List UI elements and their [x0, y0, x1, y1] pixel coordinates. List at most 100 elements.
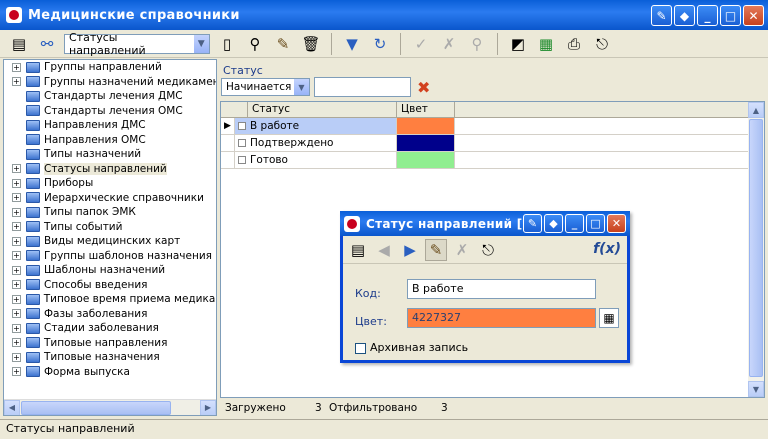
forward-arrow-icon[interactable]: ▶ — [399, 239, 421, 261]
row-checkbox[interactable] — [238, 139, 246, 147]
help-icon[interactable]: ◆ — [674, 5, 695, 26]
confirm-doc-icon[interactable]: ✓ — [410, 33, 432, 55]
search-icon[interactable]: ⚲ — [244, 33, 266, 55]
color-picker-icon[interactable]: ▦ — [599, 308, 619, 328]
expand-icon[interactable]: + — [12, 294, 21, 304]
expand-icon[interactable]: + — [12, 265, 21, 275]
find-doc-icon[interactable]: ⚲ — [466, 33, 488, 55]
tree-item[interactable]: + Группы направлений — [4, 60, 216, 75]
cancel-doc-icon[interactable]: ✗ — [451, 239, 473, 261]
tree-item[interactable]: + Способы введения — [4, 278, 216, 293]
tree-item[interactable]: + Типовые назначения — [4, 350, 216, 365]
refresh-icon[interactable]: ↻ — [369, 33, 391, 55]
table-row[interactable]: Подтверждено — [221, 135, 764, 152]
clear-filter-icon[interactable]: ✖ — [417, 78, 430, 97]
row-checkbox[interactable] — [238, 156, 246, 164]
close-button[interactable]: ✕ — [743, 5, 764, 26]
tree-item[interactable]: Направления ОМС — [4, 133, 216, 148]
tree-item[interactable]: + Статусы направлений — [4, 162, 216, 177]
row-indicator: ▶ — [221, 118, 235, 134]
scroll-up-icon[interactable]: ▲ — [748, 102, 764, 118]
scroll-right-icon[interactable]: ▶ — [200, 399, 216, 415]
formula-icon[interactable]: f(x) — [593, 241, 621, 257]
archive-checkbox[interactable] — [355, 342, 366, 354]
tree-item[interactable]: + Типовое время приема медикаментов — [4, 292, 216, 307]
tree-item[interactable]: + Приборы — [4, 176, 216, 191]
expand-icon[interactable]: + — [12, 236, 21, 246]
table-row[interactable]: ▶ В работе — [221, 118, 764, 135]
dialog-close-button[interactable]: ✕ — [607, 214, 626, 233]
expand-icon[interactable]: + — [12, 352, 21, 362]
tree-item[interactable]: + Типы папок ЭМК — [4, 205, 216, 220]
code-field[interactable]: В работе — [407, 279, 596, 299]
expand-icon[interactable]: + — [12, 193, 21, 203]
expand-icon[interactable]: + — [12, 367, 21, 377]
tree-item[interactable]: + Фазы заболевания — [4, 307, 216, 322]
expand-icon[interactable]: + — [12, 62, 21, 72]
color-field[interactable]: 4227327 — [407, 308, 596, 328]
filter-icon[interactable]: ▼ — [341, 33, 363, 55]
expand-icon[interactable]: + — [12, 309, 21, 319]
print-icon[interactable]: ⎙ — [563, 33, 585, 55]
maximize-button[interactable]: □ — [586, 214, 605, 233]
settings-icon[interactable]: ✎ — [523, 214, 542, 233]
expand-icon[interactable]: + — [12, 178, 21, 188]
expand-icon[interactable]: + — [12, 164, 21, 174]
tree-item[interactable]: Стандарты лечения ОМС — [4, 104, 216, 119]
link-icon[interactable]: ⚯ — [36, 33, 58, 55]
edit-pencil-icon[interactable]: ✎ — [425, 238, 447, 261]
filter-mode-select[interactable]: Начинается ▼ — [221, 78, 310, 96]
minimize-button[interactable]: _ — [697, 5, 718, 26]
tree-item[interactable]: Стандарты лечения ДМС — [4, 89, 216, 104]
tree-item[interactable]: + Стадии заболевания — [4, 321, 216, 336]
expand-icon[interactable]: + — [12, 207, 21, 217]
tree-item[interactable]: Направления ДМС — [4, 118, 216, 133]
expand-icon[interactable]: + — [12, 222, 21, 232]
tree-item[interactable]: + Форма выпуска — [4, 365, 216, 380]
grid-vscrollbar[interactable]: ▲ ▼ — [748, 102, 764, 397]
settings-icon[interactable]: ✎ — [651, 5, 672, 26]
cancel-doc-icon[interactable]: ✗ — [438, 33, 460, 55]
column-header-color[interactable]: Цвет — [397, 102, 455, 117]
filter-input[interactable] — [314, 77, 411, 97]
archive-row[interactable]: Архивная запись — [355, 341, 468, 354]
dialog-title: Статус направлений [редактирование] — [366, 216, 526, 231]
expand-icon[interactable]: + — [12, 338, 21, 348]
back-arrow-icon[interactable]: ◀ — [373, 239, 395, 261]
excel-export-icon[interactable]: ▦ — [535, 33, 557, 55]
expand-icon[interactable]: + — [12, 251, 21, 261]
help-icon[interactable]: ◆ — [544, 214, 563, 233]
menu-grid-icon[interactable]: ▤ — [347, 239, 369, 261]
menu-grid-icon[interactable]: ▤ — [8, 33, 30, 55]
tree-item[interactable]: + Типовые направления — [4, 336, 216, 351]
minimize-button[interactable]: _ — [565, 214, 584, 233]
tree-item-label: Группы назначений медикаментов — [43, 75, 216, 88]
tree-item[interactable]: + Иерархические справочники — [4, 191, 216, 206]
expand-icon[interactable]: + — [12, 280, 21, 290]
exit-icon[interactable]: ⎋ — [477, 239, 499, 261]
tree-item[interactable]: + Виды медицинских карт — [4, 234, 216, 249]
dictionary-select[interactable]: Статусы направлений ▼ — [64, 31, 210, 57]
tree-item[interactable]: Типы назначений — [4, 147, 216, 162]
edit-pencil-icon[interactable]: ✎ — [272, 33, 294, 55]
trash-icon[interactable]: 🗑 — [300, 33, 322, 55]
tree-item[interactable]: + Группы шаблонов назначения — [4, 249, 216, 264]
table-row[interactable]: Готово — [221, 152, 764, 169]
grid-counts: Загружено 3 Отфильтровано 3 — [219, 400, 767, 416]
scroll-down-icon[interactable]: ▼ — [748, 381, 764, 397]
maximize-button[interactable]: □ — [720, 5, 741, 26]
scroll-thumb[interactable] — [21, 401, 171, 415]
column-header-status[interactable]: Статус — [248, 102, 397, 117]
new-document-icon[interactable]: ▯ — [216, 33, 238, 55]
row-checkbox[interactable] — [238, 122, 246, 130]
tree-item[interactable]: + Типы событий — [4, 220, 216, 235]
expand-icon[interactable]: + — [12, 77, 21, 87]
tree-hscrollbar[interactable]: ◀ ▶ — [4, 399, 216, 415]
tree-item[interactable]: + Шаблоны назначений — [4, 263, 216, 278]
expand-icon[interactable]: + — [12, 323, 21, 333]
page-setup-icon[interactable]: ◩ — [507, 33, 529, 55]
exit-icon[interactable]: ⎋ — [591, 33, 613, 55]
scroll-thumb[interactable] — [749, 119, 763, 377]
scroll-left-icon[interactable]: ◀ — [4, 399, 20, 415]
tree-item[interactable]: + Группы назначений медикаментов — [4, 75, 216, 90]
